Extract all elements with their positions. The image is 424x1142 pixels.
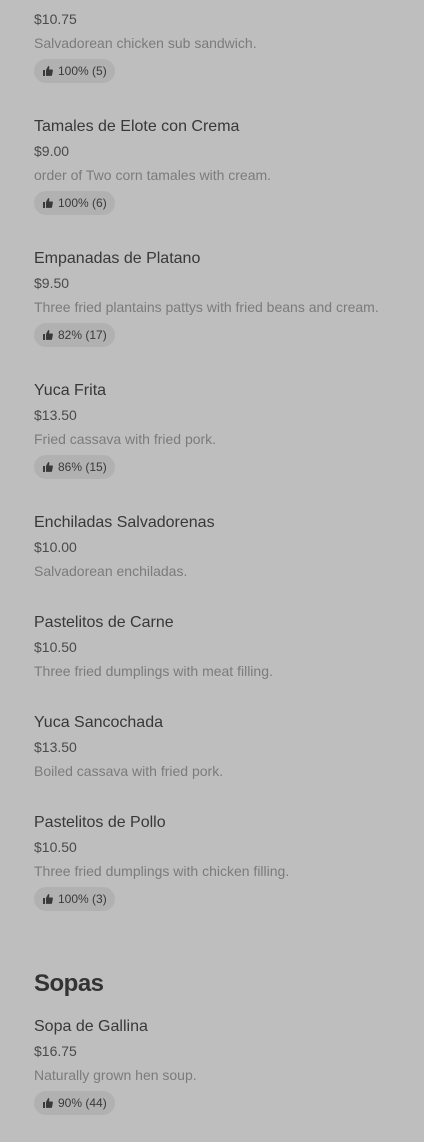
rating-text: 90% (44) — [58, 1096, 107, 1110]
item-name: Pastelitos de Carne — [34, 614, 174, 631]
menu-item[interactable]: Yuca Frita $13.50 Fried cassava with fri… — [34, 381, 404, 486]
item-price: $10.50 — [34, 839, 77, 855]
thumbs-up-icon — [42, 461, 54, 473]
menu-item[interactable]: Tamales de Elote con Crema $9.00 order o… — [34, 117, 404, 222]
rating-badge: 100% (3) — [34, 887, 115, 911]
rating-badge: 90% (44) — [34, 1091, 115, 1115]
thumbs-up-icon — [42, 893, 54, 905]
section-title: Sopas — [34, 970, 104, 997]
item-price: $9.50 — [34, 275, 70, 291]
item-description: Boiled cassava with fried pork. — [34, 763, 224, 779]
item-price: $13.50 — [34, 407, 77, 423]
item-description: Naturally grown hen soup. — [34, 1067, 197, 1083]
rating-text: 82% (17) — [58, 328, 107, 342]
item-description: Salvadorean chicken sub sandwich. — [34, 35, 257, 51]
item-name: Empanadas de Platano — [34, 250, 201, 267]
rating-badge: 100% (6) — [34, 191, 115, 215]
rating-badge: 86% (15) — [34, 455, 115, 479]
item-name: Sopa de Gallina — [34, 1018, 148, 1035]
item-description: order of Two corn tamales with cream. — [34, 167, 272, 183]
rating-text: 100% (5) — [58, 64, 107, 78]
menu-item[interactable]: Sopa de Gallina $16.75 Naturally grown h… — [34, 1017, 404, 1122]
menu-item[interactable]: Pastelitos de Carne $10.50 Three fried d… — [34, 613, 404, 688]
item-name: Yuca Frita — [34, 382, 107, 399]
item-price: $9.00 — [34, 143, 70, 159]
item-price: $10.50 — [34, 639, 77, 655]
item-name: Enchiladas Salvadorenas — [34, 514, 215, 531]
item-price: $10.00 — [34, 539, 77, 555]
rating-text: 86% (15) — [58, 460, 107, 474]
menu-item[interactable]: Pastelitos de Pollo $10.50 Three fried d… — [34, 813, 404, 918]
item-description: Three fried dumplings with chicken filli… — [34, 863, 290, 879]
item-description: Three fried plantains pattys with fried … — [34, 299, 379, 315]
menu-item[interactable]: Enchiladas Salvadorenas $10.00 Salvadore… — [34, 513, 404, 588]
item-description: Salvadorean enchiladas. — [34, 563, 188, 579]
item-name: Yuca Sancochada — [34, 714, 163, 731]
thumbs-up-icon — [42, 1097, 54, 1109]
menu-item[interactable]: Empanadas de Platano $9.50 Three fried p… — [34, 249, 404, 354]
item-name: Tamales de Elote con Crema — [34, 118, 240, 135]
thumbs-up-icon — [42, 197, 54, 209]
menu-item[interactable]: $10.75 Salvadorean chicken sub sandwich.… — [34, 0, 404, 90]
menu-list: $10.75 Salvadorean chicken sub sandwich.… — [0, 0, 424, 1142]
item-description: Three fried dumplings with meat filling. — [34, 663, 273, 679]
rating-badge: 100% (5) — [34, 59, 115, 83]
item-price: $10.75 — [34, 11, 77, 27]
thumbs-up-icon — [42, 329, 54, 341]
item-description: Fried cassava with fried pork. — [34, 431, 217, 447]
thumbs-up-icon — [42, 65, 54, 77]
rating-badge: 82% (17) — [34, 323, 115, 347]
rating-text: 100% (6) — [58, 196, 107, 210]
menu-item[interactable]: Yuca Sancochada $13.50 Boiled cassava wi… — [34, 713, 404, 788]
item-price: $16.75 — [34, 1043, 77, 1059]
item-price: $13.50 — [34, 739, 77, 755]
item-name: Pastelitos de Pollo — [34, 814, 166, 831]
rating-text: 100% (3) — [58, 892, 107, 906]
